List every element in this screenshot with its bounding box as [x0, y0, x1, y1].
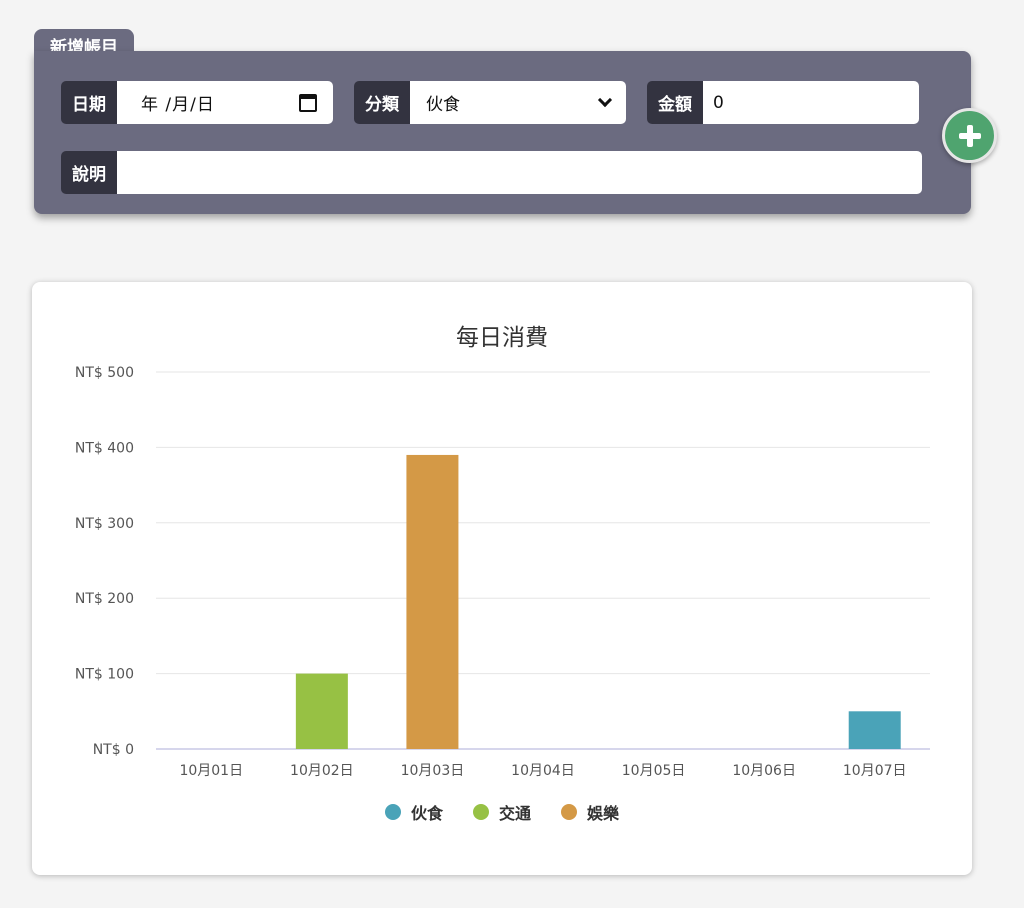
y-tick-label: NT$ 200 [75, 591, 134, 607]
x-tick-label: 10月04日 [511, 763, 575, 779]
amount-field[interactable]: 金額 0 [647, 81, 919, 124]
description-field[interactable]: 說明 [61, 151, 922, 194]
description-input[interactable] [117, 151, 922, 194]
bar-1-1 [295, 673, 348, 749]
date-label: 日期 [61, 81, 117, 124]
legend-label: 伙食 [410, 804, 443, 823]
category-select-value: 伙食 [426, 95, 460, 115]
category-label: 分類 [354, 81, 410, 124]
x-tick-label: 10月03日 [401, 763, 465, 779]
legend-swatch [472, 804, 489, 820]
legend-label: 娛樂 [587, 804, 620, 823]
amount-label: 金額 [647, 81, 703, 124]
legend-item[interactable]: 娛樂 [561, 800, 619, 824]
y-tick-label: NT$ 400 [75, 440, 134, 456]
bar-chart: NT$ 0 NT$ 100 NT$ 200 NT$ 300 NT$ 400 NT$ 500… [75, 365, 930, 779]
x-tick-label: 10月01日 [179, 763, 243, 779]
chart-legend: 伙食 交通 娛樂 [32, 800, 972, 824]
legend-swatch [561, 804, 577, 820]
calendar-icon[interactable] [299, 93, 317, 112]
add-entry-panel: 日期 年 /月/日 分類 伙食 金額 0 說明 [34, 51, 971, 214]
plus-icon [958, 124, 981, 147]
legend-swatch [384, 804, 401, 820]
y-tick-label: NT$ 300 [75, 516, 134, 532]
legend-label: 交通 [498, 804, 531, 823]
chevron-down-icon [597, 92, 613, 107]
y-tick-label: NT$ 100 [75, 667, 134, 683]
y-tick-label: NT$ 0 [93, 742, 134, 758]
daily-expense-chart-card: 每日消費 NT$ 0 NT$ 100 NT$ 200 NT$ 300 NT$ 400 NT… [32, 282, 972, 875]
bar-2-2 [406, 454, 459, 749]
x-tick-label: 10月05日 [622, 763, 686, 779]
date-field[interactable]: 日期 年 /月/日 [61, 81, 333, 124]
bar-0-6 [848, 711, 901, 749]
category-select[interactable]: 伙食 [410, 81, 626, 124]
x-tick-label: 10月06日 [732, 763, 796, 779]
date-input-value: 年 /月/日 [141, 95, 215, 115]
add-entry-button[interactable] [942, 108, 997, 163]
legend-item[interactable]: 伙食 [384, 800, 443, 824]
y-tick-label: NT$ 500 [75, 365, 134, 381]
legend-item[interactable]: 交通 [472, 800, 531, 824]
x-tick-label: 10月07日 [843, 763, 907, 779]
date-input[interactable]: 年 /月/日 [117, 81, 333, 124]
description-label: 說明 [61, 151, 117, 194]
category-field[interactable]: 分類 伙食 [354, 81, 626, 124]
x-tick-label: 10月02日 [290, 763, 354, 779]
amount-input[interactable]: 0 [703, 81, 919, 124]
